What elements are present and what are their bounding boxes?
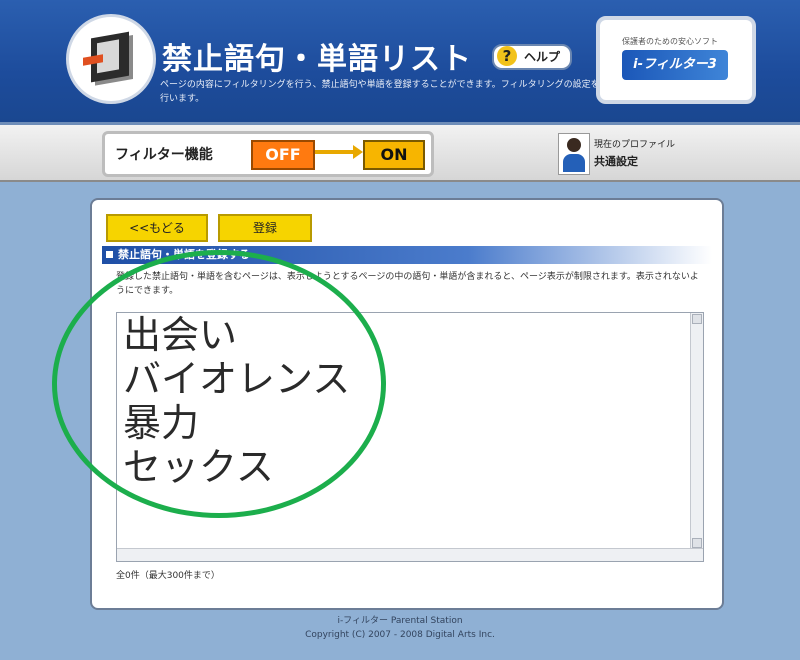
page-subtitle: ページの内容にフィルタリングを行う、禁止語句や単語を登録することができます。フィ… <box>160 80 600 104</box>
word-count: 全0件（最大300件まで） <box>116 571 220 581</box>
brand-logo-box: 保護者のための安心ソフト i-フィルター3 <box>596 16 756 104</box>
brand-logo: i-フィルター3 <box>622 50 728 80</box>
brand-tagline: 保護者のための安心ソフト <box>622 37 718 46</box>
section-header: 禁止語句・単語を登録する <box>102 246 712 264</box>
profile-name: 共通設定 <box>594 155 638 168</box>
filter-toggle-group: フィルター機能 OFF ON <box>102 131 434 177</box>
book-icon <box>83 31 129 83</box>
page-title: 禁止語句・単語リスト <box>162 42 472 77</box>
app-logo <box>66 14 156 104</box>
horizontal-scrollbar[interactable] <box>117 548 703 561</box>
back-button[interactable]: <<もどる <box>106 214 208 242</box>
scroll-up-icon[interactable] <box>692 314 702 324</box>
section-description: 登録した禁止語句・単語を含むページは、表示しようとするページの中の語句・単語が含… <box>116 272 699 296</box>
user-icon <box>558 133 590 175</box>
main-panel: <<もどる 登録 禁止語句・単語を登録する 登録した禁止語句・単語を含むページは… <box>90 198 724 610</box>
save-button[interactable]: 登録 <box>218 214 312 242</box>
word-item: セックス <box>123 445 274 489</box>
footer-copyright: Copyright (C) 2007 - 2008 Digital Arts I… <box>305 630 495 640</box>
app-header: 禁止語句・単語リスト ページの内容にフィルタリングを行う、禁止語句や単語を登録す… <box>0 0 800 125</box>
word-list-textarea[interactable]: 出会い バイオレンス 暴力 セックス <box>116 312 704 562</box>
help-icon: ? <box>497 46 517 66</box>
footer: i-フィルター Parental Station Copyright (C) 2… <box>0 614 800 642</box>
filter-label: フィルター機能 <box>115 147 213 163</box>
word-item: 暴力 <box>123 401 200 445</box>
toolbar: フィルター機能 OFF ON 現在のプロファイル 共通設定 <box>0 125 800 182</box>
filter-on-button[interactable]: ON <box>363 140 425 170</box>
help-button[interactable]: ? ヘルプ <box>492 44 573 70</box>
help-label: ヘルプ <box>524 50 561 64</box>
scroll-down-icon[interactable] <box>692 538 702 548</box>
profile-selector[interactable]: 現在のプロファイル 共通設定 <box>558 133 758 175</box>
footer-product: i-フィルター Parental Station <box>337 616 463 626</box>
profile-caption: 現在のプロファイル <box>594 140 676 150</box>
word-item: バイオレンス <box>123 357 351 401</box>
arrow-right-icon <box>315 145 363 159</box>
word-item: 出会い <box>123 313 238 357</box>
filter-off-button[interactable]: OFF <box>251 140 315 170</box>
word-list: 出会い バイオレンス 暴力 セックス <box>123 313 350 489</box>
vertical-scrollbar[interactable] <box>690 313 703 561</box>
